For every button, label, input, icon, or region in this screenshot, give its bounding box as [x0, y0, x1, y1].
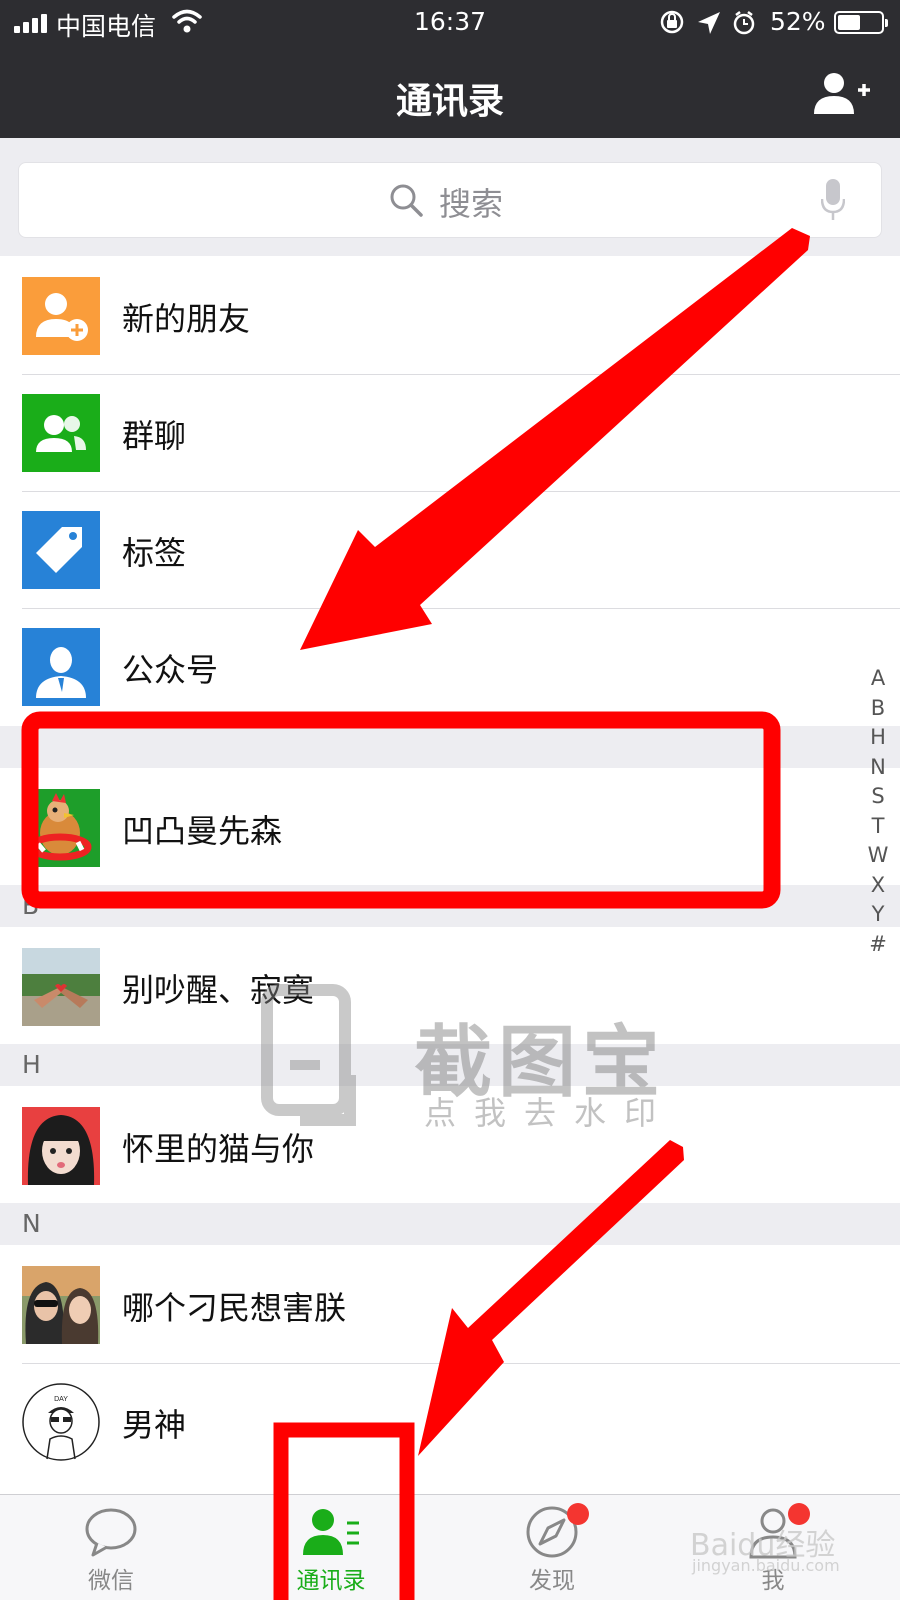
contact-section-h: 怀里的猫与你 [0, 1086, 900, 1203]
contact-section-b: 别吵醒、寂寞 [0, 927, 900, 1044]
contact-row[interactable]: 哪个刁民想害朕 [0, 1245, 900, 1364]
badge-dot [788, 1503, 810, 1525]
function-row-new-friends[interactable]: 新的朋友 [0, 256, 900, 375]
tab-label: 我 [761, 1568, 785, 1594]
alphabet-index[interactable]: A B H N S T W X Y # [864, 664, 892, 959]
status-icons [660, 10, 755, 35]
index-letter[interactable]: W [864, 841, 892, 871]
orientation-lock-icon [660, 10, 684, 34]
contact-avatar: DAY [22, 1383, 100, 1461]
function-label: 公众号 [122, 651, 219, 689]
index-letter[interactable]: N [864, 753, 892, 783]
section-header: H [0, 1044, 900, 1086]
section-header: N [0, 1203, 900, 1245]
tab-label: 通讯录 [296, 1568, 366, 1594]
svg-text:DAY: DAY [54, 1396, 68, 1403]
add-contact-icon[interactable] [812, 70, 872, 116]
section-letter: N [22, 1209, 41, 1238]
tab-label: 微信 [88, 1568, 134, 1594]
index-letter[interactable]: S [864, 782, 892, 812]
contact-name: 哪个刁民想害朕 [122, 1289, 347, 1327]
index-letter[interactable]: Y [864, 900, 892, 930]
search-input[interactable]: 搜索 [18, 162, 882, 238]
tab-discover[interactable]: 发现 [477, 1495, 627, 1600]
tab-label: 发现 [529, 1568, 575, 1594]
contact-name: 男神 [122, 1406, 187, 1444]
group-chat-icon [22, 394, 100, 472]
section-letter: B [22, 891, 40, 920]
index-letter[interactable]: T [864, 812, 892, 842]
function-row-tags[interactable]: 标签 [0, 490, 900, 609]
alarm-icon [733, 11, 755, 35]
contact-name: 怀里的猫与你 [122, 1130, 315, 1168]
top-bar: 中国电信 16:37 52% 通讯录 [0, 0, 900, 138]
chat-icon [85, 1508, 137, 1557]
battery-icon [834, 11, 888, 34]
index-letter[interactable]: # [864, 930, 892, 960]
section-header [0, 726, 900, 768]
index-letter[interactable]: B [864, 694, 892, 724]
contact-row[interactable]: DAY 男神 [0, 1362, 900, 1481]
page-title: 通讯录 [395, 81, 504, 122]
official-account-icon [22, 628, 100, 706]
contact-row[interactable]: 凹凸曼先森 [0, 768, 900, 887]
tag-icon [22, 511, 100, 589]
contact-name: 凹凸曼先森 [122, 812, 283, 850]
contact-section-n: 哪个刁民想害朕 DAY 男神 [0, 1245, 900, 1495]
search-area: 搜索 [0, 138, 900, 260]
contact-row[interactable]: 别吵醒、寂寞 [0, 927, 900, 1046]
contact-name: 别吵醒、寂寞 [122, 971, 315, 1009]
status-bar: 中国电信 16:37 52% [0, 0, 900, 46]
function-row-official-accounts[interactable]: 公众号 [0, 607, 900, 726]
contact-row[interactable]: 怀里的猫与你 [0, 1086, 900, 1205]
new-friend-icon [22, 277, 100, 355]
microphone-icon[interactable] [821, 179, 845, 221]
search-icon [390, 184, 423, 217]
section-header: B [0, 885, 900, 927]
contact-avatar [22, 1107, 100, 1185]
function-row-group-chats[interactable]: 群聊 [0, 373, 900, 492]
function-label: 标签 [122, 534, 187, 572]
index-letter[interactable]: X [864, 871, 892, 901]
contact-avatar [22, 1266, 100, 1344]
badge-dot [567, 1503, 589, 1525]
contact-avatar [22, 789, 100, 867]
function-list: 新的朋友 群聊 标签 公众号 [0, 256, 900, 726]
tab-contacts[interactable]: 通讯录 [256, 1495, 406, 1600]
location-icon [698, 12, 720, 34]
tab-me[interactable]: 我 [698, 1495, 848, 1600]
contacts-icon [303, 1509, 359, 1555]
function-label: 新的朋友 [122, 300, 251, 338]
tab-chats[interactable]: 微信 [36, 1495, 186, 1600]
index-letter[interactable]: A [864, 664, 892, 694]
contact-section-a: 凹凸曼先森 [0, 768, 900, 885]
tab-bar: 微信 通讯录 发现 我 [0, 1494, 900, 1600]
function-label: 群聊 [122, 417, 187, 455]
contact-avatar [22, 948, 100, 1026]
battery-percent: 52% [770, 7, 826, 36]
section-letter: H [22, 1050, 41, 1079]
index-letter[interactable]: H [864, 723, 892, 753]
search-placeholder: 搜索 [439, 185, 504, 223]
